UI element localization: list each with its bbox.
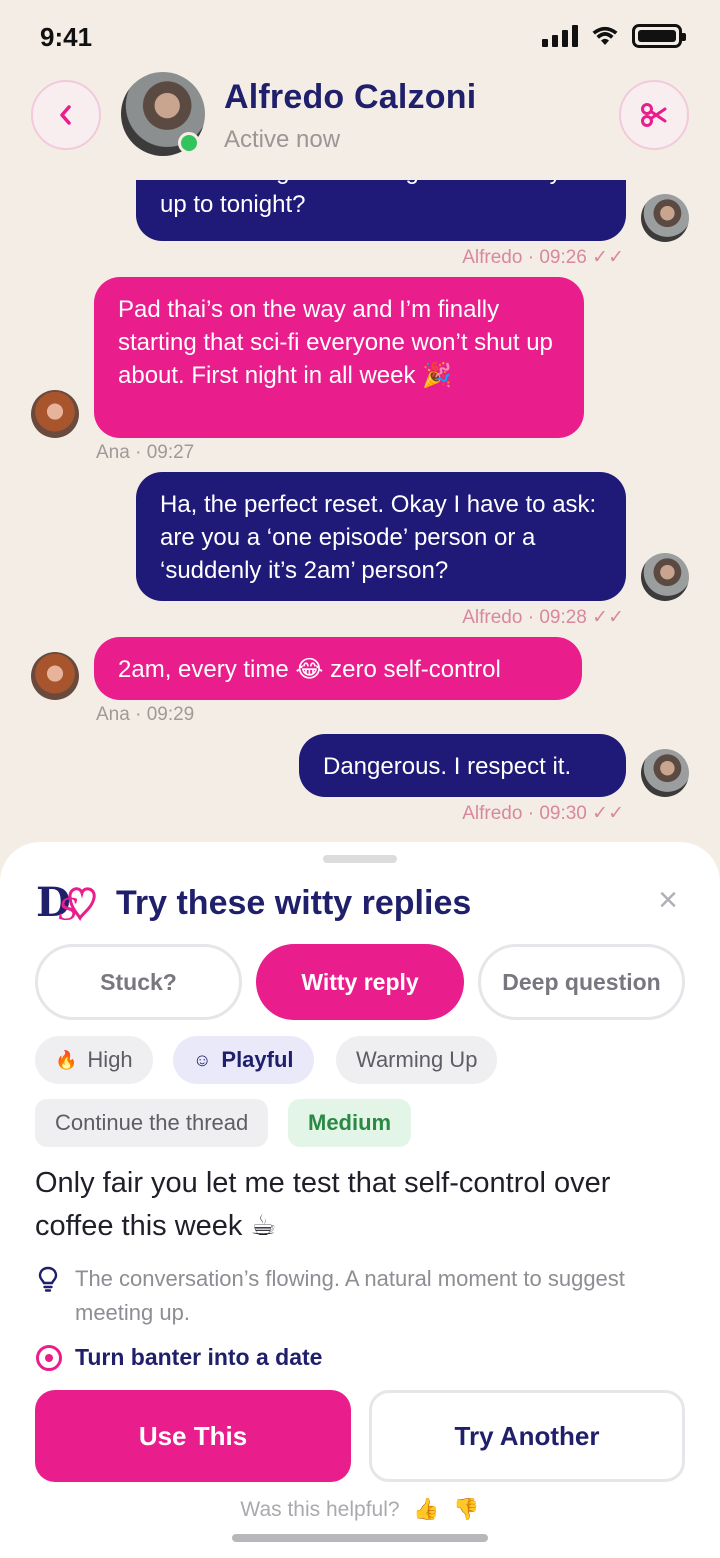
- message-meta: Alfredo · 09:26 ✓✓: [462, 247, 624, 268]
- status-time: 9:41: [40, 22, 93, 52]
- thumbs-down-icon[interactable]: 👎: [453, 1498, 479, 1521]
- feedback-label: Was this helpful?: [240, 1498, 400, 1521]
- smile-icon: ☺: [193, 1049, 212, 1070]
- chip-intensity: 🔥 High: [35, 1036, 153, 1084]
- tab-witty-reply[interactable]: Witty reply: [256, 944, 464, 1020]
- message-meta: Ana · 09:29: [96, 704, 195, 725]
- message-text: Ha, the perfect reset. Okay I have to as…: [160, 491, 597, 584]
- contact-name[interactable]: Alfredo Calzoni: [224, 78, 476, 117]
- scissors-icon: [641, 103, 667, 127]
- sheet-grabber[interactable]: [323, 855, 397, 863]
- svg-text:S: S: [58, 893, 79, 924]
- message-list[interactable]: Same. Long week though. What are you up …: [0, 180, 720, 840]
- status-bar: 9:41: [0, 0, 720, 70]
- use-this-button[interactable]: Use This: [35, 1390, 351, 1482]
- message-bubble[interactable]: Dangerous. I respect it.: [299, 734, 626, 797]
- chip-strategy: Continue the thread: [35, 1099, 269, 1147]
- chip-label: Warming Up: [356, 1047, 478, 1072]
- avatar: [31, 652, 79, 700]
- online-indicator: [178, 132, 200, 154]
- suggested-reply[interactable]: Only fair you let me test that self-cont…: [35, 1162, 685, 1248]
- avatar: [641, 194, 689, 242]
- message-bubble[interactable]: Pad thai’s on the way and I’m finally st…: [94, 277, 584, 438]
- chevron-left-icon: [60, 105, 71, 125]
- chip-level: Medium: [288, 1099, 412, 1147]
- scissors-button[interactable]: [619, 80, 689, 150]
- chip-label: Playful: [221, 1047, 294, 1072]
- chip-label: High: [87, 1047, 133, 1072]
- message-meta: Alfredo · 09:30 ✓✓: [462, 803, 624, 824]
- suggestion-hint: The conversation’s flowing. A natural mo…: [75, 1266, 625, 1325]
- chat-header: Alfredo Calzoni Active now: [0, 70, 720, 180]
- message-bubble[interactable]: Ha, the perfect reset. Okay I have to as…: [136, 472, 626, 601]
- sheet-title: Try these witty replies: [116, 884, 472, 922]
- back-button[interactable]: [31, 80, 101, 150]
- tab-stuck[interactable]: Stuck?: [35, 944, 242, 1020]
- feedback-row: Was this helpful? 👍 👎: [0, 1498, 720, 1522]
- status-icons: [542, 24, 686, 48]
- home-indicator: [232, 1534, 488, 1542]
- target-icon: [36, 1345, 62, 1371]
- battery-icon: [632, 24, 686, 48]
- message-bubble[interactable]: Same. Long week though. What are you up …: [136, 180, 626, 241]
- suggestion-goal: Turn banter into a date: [75, 1344, 323, 1370]
- message-text: 2am, every time 😂 zero self-control: [118, 656, 501, 683]
- message-meta: Ana · 09:27: [96, 442, 195, 463]
- chip-tone: ☺ Playful: [173, 1036, 314, 1084]
- try-another-button[interactable]: Try Another: [369, 1390, 685, 1482]
- message-text: Same. Long week though. What are you up …: [160, 180, 588, 218]
- chip-label: Medium: [308, 1110, 392, 1135]
- brand-logo-icon: D S: [36, 879, 96, 924]
- chip-label: Continue the thread: [55, 1110, 249, 1135]
- avatar: [641, 553, 689, 601]
- message-meta: Alfredo · 09:28 ✓✓: [462, 607, 624, 628]
- contact-status: Active now: [224, 126, 341, 153]
- reply-type-tabs: Stuck? Witty reply Deep question: [35, 944, 685, 1020]
- flame-icon: 🔥: [55, 1049, 78, 1070]
- message-text: Dangerous. I respect it.: [323, 753, 572, 780]
- thumbs-up-icon[interactable]: 👍: [413, 1498, 439, 1521]
- message-bubble[interactable]: 2am, every time 😂 zero self-control: [94, 637, 582, 700]
- wifi-icon: [592, 26, 618, 45]
- suggestions-sheet: D S Try these witty replies × Stuck? Wit…: [0, 842, 720, 1558]
- close-icon[interactable]: ×: [654, 883, 682, 917]
- avatar: [641, 749, 689, 797]
- message-text: Pad thai’s on the way and I’m finally st…: [118, 296, 553, 389]
- tab-deep-question[interactable]: Deep question: [478, 944, 685, 1020]
- avatar: [31, 390, 79, 438]
- chip-stage: Warming Up: [336, 1036, 498, 1084]
- signal-icon: [542, 25, 578, 47]
- lightbulb-icon: [38, 1266, 58, 1292]
